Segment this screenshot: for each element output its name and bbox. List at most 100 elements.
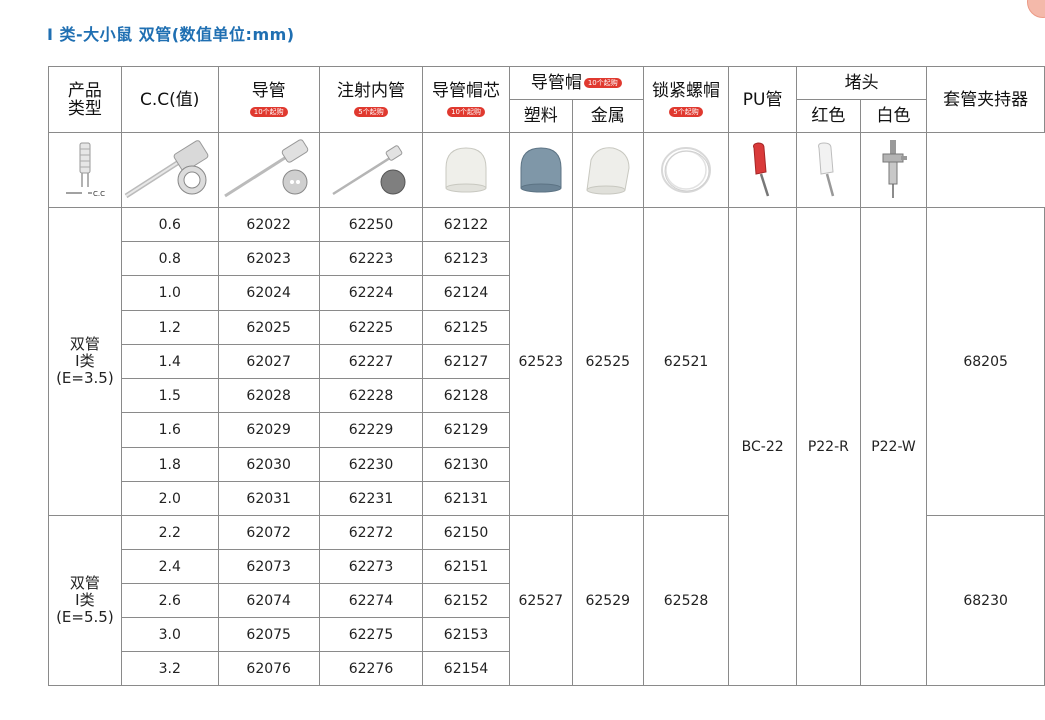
header-plug-red: 红色: [795, 99, 861, 133]
cap-plastic-code: 62527: [508, 515, 573, 686]
group-name-line: 双管: [69, 574, 100, 592]
product-table: 产品 类型 C.C(值) 导管 10个起购 注射内管 5个起购 导管帽芯 10个起…: [48, 66, 1045, 686]
metal-cap-icon: [508, 132, 573, 208]
group-name-line: 双管: [69, 335, 100, 353]
holder-code: 68230: [926, 515, 1045, 686]
lock-nut-label: 锁紧螺帽: [652, 80, 721, 101]
cap-core-code: 62153: [422, 617, 510, 652]
pu-tube-icon: [642, 132, 730, 208]
plug-red-code: P22-R: [795, 207, 861, 686]
corner-decoration: [1027, 0, 1045, 18]
inner-tube-code: 62273: [318, 549, 424, 584]
guide-tube-code: 62024: [217, 275, 320, 311]
group-name-line: I类: [75, 352, 95, 370]
inner-tube-code: 62274: [318, 583, 424, 618]
cap-core-code: 62150: [422, 515, 510, 550]
cap-core-code: 62128: [422, 378, 510, 413]
product-type-line: 产品: [67, 80, 102, 101]
header-cap: 导管帽 10个起购: [508, 66, 644, 100]
guide-tube-code: 62028: [217, 378, 320, 413]
product-type-line: 类型: [67, 98, 102, 119]
cap-label: 导管帽: [530, 73, 582, 93]
inner-tube-code: 62231: [318, 481, 424, 516]
cc-value: 0.6: [120, 207, 219, 242]
group-name-line: I类: [75, 591, 95, 609]
lock-nut-badge: 5个起购: [669, 106, 703, 117]
cap-core-code: 62151: [422, 549, 510, 584]
header-inner-tube: 注射内管 5个起购: [318, 66, 424, 133]
plug-white-code: P22-W: [859, 207, 928, 686]
header-plug: 堵头: [795, 66, 928, 100]
guide-tube-code: 62075: [217, 617, 320, 652]
lock-nut-icon: [571, 132, 644, 208]
group-name-line: (E=5.5): [56, 608, 114, 626]
header-cap-core: 导管帽芯 10个起购: [422, 66, 510, 133]
lock-nut-code: 62528: [642, 515, 730, 686]
cap-core-code: 62127: [422, 344, 510, 379]
inner-tube-code: 62250: [318, 207, 424, 242]
cc-value: 2.4: [120, 549, 219, 584]
table-row: 双管 I类 (E=3.5) 0.6 62022 62250 62122 62523 62525 6…: [48, 207, 1045, 686]
cap-core-icon: [318, 132, 424, 208]
white-plug-icon: [795, 132, 861, 208]
cc-value: 1.4: [120, 344, 219, 379]
cap-core-label: 导管帽芯: [432, 80, 501, 101]
cc-value: 2.2: [120, 515, 219, 550]
cc-diagram-icon: C.C: [48, 132, 122, 208]
group-name: 双管 I类 (E=5.5): [48, 515, 122, 686]
cc-value: 1.2: [120, 310, 219, 345]
cap-core-code: 62125: [422, 310, 510, 345]
guide-tube-label: 导管: [251, 80, 286, 101]
guide-tube-code: 62029: [217, 412, 320, 448]
red-plug-icon: [728, 132, 797, 208]
inner-tube-code: 62229: [318, 412, 424, 448]
inner-tube-code: 62227: [318, 344, 424, 379]
guide-tube-icon: [120, 132, 219, 208]
cap-core-code: 62123: [422, 241, 510, 276]
cc-value: 3.0: [120, 617, 219, 652]
cc-mark-label: C.C: [93, 190, 105, 198]
header-pu-tube: PU管: [728, 66, 797, 133]
header-plug-white: 白色: [859, 99, 928, 133]
guide-tube-code: 62031: [217, 481, 320, 516]
lock-nut-code: 62521: [642, 207, 730, 516]
inner-tube-code: 62230: [318, 447, 424, 482]
cap-core-badge: 10个起购: [447, 106, 486, 117]
cap-core-code: 62130: [422, 447, 510, 482]
guide-tube-code: 62072: [217, 515, 320, 550]
header-product-type: 产品 类型: [48, 66, 122, 133]
inner-tube-code: 62224: [318, 275, 424, 311]
inner-tube-code: 62275: [318, 617, 424, 652]
header-guide-tube: 导管 10个起购: [217, 66, 320, 133]
inner-tube-label: 注射内管: [336, 80, 405, 101]
guide-tube-code: 62030: [217, 447, 320, 482]
product-type-label: 产品 类型: [49, 82, 121, 118]
cc-value: 2.6: [120, 583, 219, 618]
header-cap-plastic: 塑料: [508, 99, 573, 133]
header-cap-metal: 金属: [571, 99, 644, 133]
holder-code: 68205: [926, 207, 1045, 516]
holder-icon: [859, 132, 928, 208]
cap-core-code: 62154: [422, 651, 510, 686]
inner-tube-code: 62223: [318, 241, 424, 276]
guide-tube-badge: 10个起购: [249, 106, 288, 117]
inner-tube-code: 62276: [318, 651, 424, 686]
cap-badge: 10个起购: [583, 78, 622, 88]
cap-core-code: 62152: [422, 583, 510, 618]
cap-core-code: 62131: [422, 481, 510, 516]
guide-tube-code: 62073: [217, 549, 320, 584]
cap-core-code: 62122: [422, 207, 510, 242]
header-holder: 套管夹持器: [926, 66, 1045, 133]
header-lock-nut: 锁紧螺帽 5个起购: [642, 66, 730, 133]
guide-tube-code: 62023: [217, 241, 320, 276]
inner-tube-code: 62225: [318, 310, 424, 345]
pu-tube-code: BC-22: [728, 207, 797, 686]
guide-tube-code: 62022: [217, 207, 320, 242]
cap-core-code: 62129: [422, 412, 510, 448]
plastic-cap-icon: [422, 132, 510, 208]
cap-plastic-code: 62523: [508, 207, 573, 516]
inner-tube-icon: [217, 132, 320, 208]
cc-value: 1.5: [120, 378, 219, 413]
inner-tube-badge: 5个起购: [354, 106, 388, 117]
cap-core-code: 62124: [422, 275, 510, 311]
